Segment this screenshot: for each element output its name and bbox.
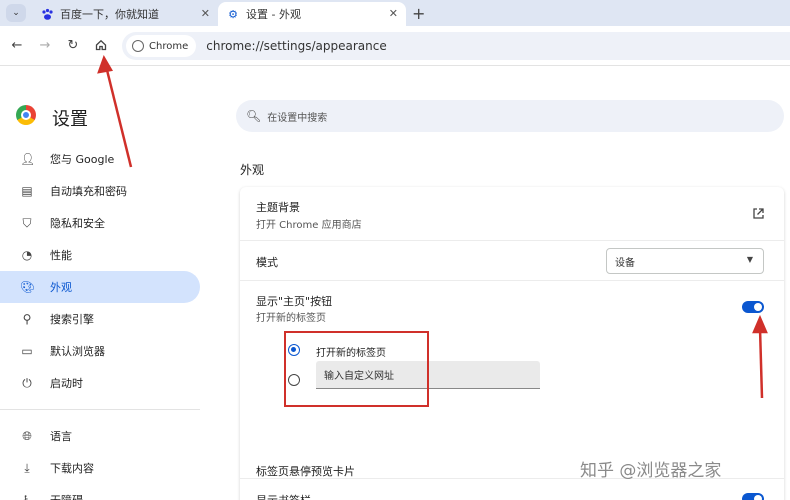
sidebar-item-accessibility[interactable]: ♿︎ 无障碍 — [0, 484, 200, 500]
sidebar-item-you-and-google[interactable]: 👤︎ 您与 Google — [0, 143, 200, 175]
site-info-chip[interactable]: Chrome — [126, 35, 197, 57]
open-external-icon[interactable] — [752, 207, 766, 221]
bookmarks-bar-row: 显示书签栏 — [240, 479, 784, 500]
sidebar-item-label: 默认浏览器 — [50, 345, 105, 358]
sidebar-item-downloads[interactable]: ⤓ 下载内容 — [0, 452, 200, 484]
watermark: 知乎 @浏览器之家 — [580, 461, 722, 481]
sidebar-item-label: 下载内容 — [50, 462, 94, 475]
sidebar-item-label: 外观 — [50, 281, 72, 294]
home-button-subtitle: 打开新的标签页 — [256, 313, 326, 324]
sidebar-item-appearance[interactable]: 🎨︎ 外观 — [0, 271, 200, 303]
section-title: 外观 — [240, 163, 265, 177]
chrome-logo-icon — [16, 105, 36, 125]
chip-label: Chrome — [149, 40, 189, 52]
chevron-down-icon: ⌄ — [12, 8, 20, 18]
sidebar-item-label: 隐私和安全 — [50, 217, 105, 230]
palette-icon: 🎨︎ — [20, 280, 36, 294]
mode-label: 模式 — [256, 256, 278, 269]
caret-down-icon: ▼ — [746, 255, 753, 264]
bookmarks-bar-label: 显示书签栏 — [256, 492, 311, 500]
sidebar-item-languages[interactable]: 🌐︎ 语言 — [0, 420, 200, 452]
settings-page: 设置 🔍︎ 在设置中搜索 👤︎ 您与 Google ▤ 自动填充和密码 ⛉ 隐私… — [0, 67, 790, 500]
search-placeholder: 在设置中搜索 — [267, 112, 328, 124]
toolbar: ← → ↻ Chrome chrome://settings/appearanc… — [0, 26, 790, 66]
person-icon: 👤︎ — [20, 152, 36, 166]
theme-subtitle: 打开 Chrome 应用商店 — [256, 220, 362, 231]
home-icon[interactable] — [92, 36, 110, 54]
tab-strip: ⌄ 百度一下，你就知道 ✕ ⚙ 设置 - 外观 ✕ + — [0, 0, 790, 26]
theme-row[interactable]: 主题背景 打开 Chrome 应用商店 — [240, 187, 784, 241]
sidebar-item-label: 自动填充和密码 — [50, 185, 127, 198]
gauge-icon: ◔ — [21, 248, 33, 262]
address-bar[interactable]: Chrome chrome://settings/appearance — [122, 32, 790, 60]
tab-search-button[interactable]: ⌄ — [6, 4, 26, 22]
mode-row: 模式 设备 ▼ — [240, 241, 784, 281]
tab-title: 设置 - 外观 — [246, 8, 301, 21]
theme-title: 主题背景 — [256, 201, 300, 214]
reload-icon[interactable]: ↻ — [64, 36, 82, 54]
baidu-paw-icon — [40, 7, 54, 21]
sidebar-item-search-engine[interactable]: ⚲ 搜索引擎 — [0, 303, 200, 335]
sidebar-item-default-browser[interactable]: ▭ 默认浏览器 — [0, 335, 200, 367]
mode-select[interactable]: 设备 ▼ — [606, 248, 764, 274]
hover-preview-label: 标签页悬停预览卡片 — [256, 465, 355, 478]
tab-settings[interactable]: ⚙ 设置 - 外观 ✕ — [218, 2, 406, 26]
sidebar-item-label: 语言 — [50, 430, 72, 443]
tab-baidu[interactable]: 百度一下，你就知道 ✕ — [32, 2, 218, 26]
sidebar-item-privacy[interactable]: ⛉ 隐私和安全 — [0, 207, 200, 239]
close-icon[interactable]: ✕ — [389, 7, 398, 20]
shield-icon: ⛉ — [22, 215, 32, 230]
annotation-box — [284, 331, 429, 407]
globe-icon: 🌐︎ — [22, 428, 32, 443]
chrome-icon — [132, 40, 144, 52]
close-icon[interactable]: ✕ — [201, 7, 210, 20]
sidebar-item-label: 搜索引擎 — [50, 313, 94, 326]
back-icon[interactable]: ← — [8, 36, 26, 54]
forward-icon[interactable]: → — [36, 36, 54, 54]
url-text: chrome://settings/appearance — [206, 39, 387, 53]
sidebar-item-label: 无障碍 — [50, 492, 83, 500]
sidebar-item-on-startup[interactable]: ⏻ 启动时 — [0, 367, 200, 399]
search-icon: 🔍︎ — [246, 109, 262, 123]
mode-value: 设备 — [615, 257, 635, 269]
sidebar-item-autofill[interactable]: ▤ 自动填充和密码 — [0, 175, 200, 207]
power-icon: ⏻ — [22, 375, 32, 390]
sidebar-item-label: 启动时 — [50, 377, 83, 390]
bookmarks-bar-toggle[interactable] — [742, 493, 764, 500]
tab-title: 百度一下，你就知道 — [60, 8, 159, 21]
settings-sidebar: 👤︎ 您与 Google ▤ 自动填充和密码 ⛉ 隐私和安全 ◔ 性能 🎨︎ 外… — [0, 143, 200, 500]
sidebar-item-label: 性能 — [50, 249, 72, 262]
sidebar-divider — [0, 409, 200, 410]
settings-search-input[interactable]: 🔍︎ 在设置中搜索 — [236, 100, 784, 132]
search-icon: ⚲ — [22, 312, 32, 326]
clipboard-icon: ▤ — [21, 184, 33, 198]
home-button-title: 显示"主页"按钮 — [256, 295, 333, 308]
new-tab-button[interactable]: + — [412, 4, 425, 23]
gear-icon: ⚙ — [228, 7, 238, 21]
page-title: 设置 — [52, 109, 88, 130]
sidebar-item-label: 您与 Google — [50, 153, 115, 166]
sidebar-item-performance[interactable]: ◔ 性能 — [0, 239, 200, 271]
download-icon: ⤓ — [24, 460, 30, 475]
home-button-toggle[interactable] — [742, 301, 764, 313]
accessibility-icon: ♿︎ — [21, 493, 33, 500]
browser-icon: ▭ — [21, 344, 33, 358]
